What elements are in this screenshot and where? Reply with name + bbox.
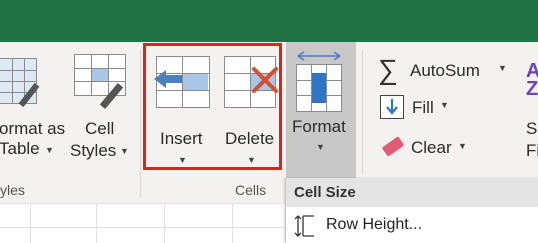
title-bar — [0, 0, 538, 42]
chevron-down-icon: ▼ — [45, 145, 54, 155]
format-as-table-label-1: ormat as — [0, 119, 66, 138]
group-separator — [140, 50, 141, 198]
sort-filter-label-2[interactable]: Fi — [526, 140, 538, 162]
cell-styles-icon — [74, 54, 130, 110]
format-dropdown-menu: Cell Size Row Height... — [285, 178, 538, 243]
highlight-box — [143, 43, 282, 170]
cells-group-label: Cells — [235, 182, 267, 198]
format-label: Format — [292, 117, 346, 136]
group-separator — [362, 50, 363, 175]
chevron-down-icon: ▼ — [498, 63, 507, 73]
clear-label: Clear — [411, 138, 452, 157]
cell-styles-label-2: Styles — [70, 141, 117, 160]
row-height-icon — [294, 215, 314, 237]
format-cells-icon — [294, 50, 348, 112]
row-height-menu-item[interactable]: Row Height... — [286, 208, 538, 243]
cell-size-header: Cell Size — [294, 184, 356, 201]
chevron-down-icon: ▼ — [316, 142, 325, 152]
cell-styles-label-1: Cell — [85, 119, 115, 138]
sort-filter-icon: A Z — [526, 60, 538, 100]
fill-down-icon — [380, 95, 404, 119]
chevron-down-icon: ▼ — [458, 141, 467, 151]
chevron-down-icon: ▼ — [440, 100, 449, 110]
format-as-table-icon — [0, 56, 40, 108]
autosum-label: AutoSum — [410, 61, 480, 80]
autosum-icon: ∑ — [378, 54, 398, 85]
format-as-table-label-2: Table — [0, 139, 40, 158]
menu-section-header: Cell Size — [286, 178, 538, 207]
chevron-down-icon: ▼ — [120, 146, 129, 156]
fill-label: Fill — [412, 98, 434, 117]
eraser-icon — [380, 136, 406, 158]
styles-group-label: yles — [0, 182, 25, 198]
row-height-label: Row Height... — [326, 216, 423, 233]
sort-filter-label-1[interactable]: S — [526, 118, 537, 140]
